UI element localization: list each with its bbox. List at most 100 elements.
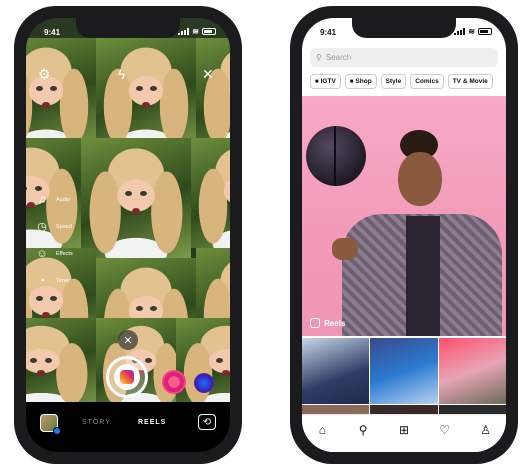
face-feature (222, 370, 230, 376)
wifi-icon: ≋ (192, 27, 199, 36)
search-icon: ⚲ (316, 53, 322, 62)
close-icon: ✕ (123, 334, 133, 347)
music-note-icon: ♫ (37, 193, 47, 206)
face-tile (176, 318, 230, 408)
face-feature (36, 86, 43, 92)
chip-comics[interactable]: Comics (410, 74, 444, 89)
face-feature (50, 86, 57, 92)
grid-tile[interactable] (302, 338, 370, 404)
add-post-icon[interactable]: ⊞ (394, 423, 414, 437)
flip-camera-icon[interactable]: ⟲ (198, 414, 216, 430)
face-feature (45, 357, 53, 363)
face-feature (150, 306, 157, 312)
effect-option[interactable] (194, 373, 214, 393)
person-face (398, 152, 442, 206)
chip-label: Shop (355, 78, 372, 85)
tool-speed[interactable]: ◷ Speed (36, 213, 73, 240)
search-input[interactable]: ⚲ Search (310, 48, 498, 67)
face-feature (136, 306, 143, 312)
wifi-icon: ≋ (468, 27, 475, 36)
face-feature (26, 201, 36, 209)
reels-tools: ♫ Audio ◷ Speed ☺ Effects ◔ Timer (36, 186, 73, 294)
face-tile (96, 38, 196, 148)
timer-icon: ◔ (38, 274, 46, 287)
tool-audio[interactable]: ♫ Audio (36, 186, 73, 213)
face-feature (140, 190, 148, 196)
battery-icon (202, 28, 216, 35)
profile-icon[interactable]: ♙ (476, 423, 496, 437)
tool-label: Audio (56, 196, 71, 203)
effect-option[interactable] (162, 370, 186, 394)
face-feature (136, 86, 143, 92)
face-feature (50, 296, 57, 302)
tool-effects[interactable]: ☺ Effects (36, 240, 73, 267)
speed-icon: ◷ (37, 221, 47, 233)
chip-label: Comics (415, 78, 439, 85)
basketball (306, 126, 366, 186)
close-icon[interactable]: ✕ (202, 66, 214, 83)
grid-tile[interactable] (370, 338, 438, 404)
person-shirt (406, 216, 440, 336)
signal-icon (454, 28, 466, 35)
face-feature (26, 186, 27, 192)
chip-style[interactable]: Style (380, 74, 407, 89)
igtv-icon: ■ (315, 78, 319, 85)
record-button-inner (114, 364, 140, 390)
camera-mode-bar: STORY REELS ⟲ (26, 402, 230, 452)
notch (352, 18, 456, 38)
remove-clip-button[interactable]: ✕ (118, 330, 138, 350)
settings-icon[interactable]: ⚙ (38, 66, 51, 83)
face-feature (144, 357, 152, 363)
reels-icon (120, 370, 134, 384)
status-icons: ≋ (178, 27, 216, 36)
face-tile (81, 138, 191, 258)
phone-left: 9:41 ≋ ⚙ ϟ ✕ ♫ Audio ◷ Speed ☺ Effects ◔ Timer … (14, 6, 242, 464)
shop-bag-icon: ■ (349, 78, 354, 85)
reels-icon (310, 318, 320, 328)
mode-story[interactable]: STORY (82, 419, 111, 426)
search-placeholder: Search (325, 53, 352, 62)
face-feature (216, 357, 223, 363)
tool-label: Timer (56, 277, 70, 284)
reels-label-text: Reels (324, 318, 346, 328)
grid-tile[interactable] (438, 338, 506, 404)
face-feature (36, 296, 43, 302)
face-feature (36, 370, 46, 376)
mode-reels[interactable]: REELS (138, 419, 166, 426)
search-icon[interactable]: ⚲ (353, 423, 373, 437)
flash-icon[interactable]: ϟ (118, 66, 125, 82)
face-tile (26, 318, 96, 408)
chip-igtv[interactable]: ■ IGTV (310, 74, 341, 89)
signal-icon (178, 28, 190, 35)
face-feature (142, 101, 150, 109)
status-icons: ≋ (454, 27, 492, 36)
chip-tv-movie[interactable]: TV & Movie (447, 74, 493, 89)
chip-shop[interactable]: ■ Shop (344, 74, 377, 89)
featured-reel[interactable] (302, 96, 506, 336)
status-time: 9:41 (44, 28, 61, 37)
face-feature (30, 357, 37, 363)
topic-chips: ■ IGTV ■ Shop Style Comics TV & Movie (310, 74, 493, 89)
notch (76, 18, 180, 38)
explore-screen: 9:41 ≋ ⚲ Search ■ IGTV ■ Shop Style Comics TV … (302, 18, 506, 452)
heart-icon[interactable]: ♡ (435, 423, 455, 437)
tool-timer[interactable]: ◔ Timer (36, 267, 73, 294)
tool-label: Speed (56, 223, 72, 230)
phone-right: 9:41 ≋ ⚲ Search ■ IGTV ■ Shop Style Comics TV … (290, 6, 518, 464)
face-tile (191, 138, 230, 248)
face-feature (125, 190, 132, 196)
effects-icon: ☺ (36, 247, 48, 260)
face-feature (150, 86, 157, 92)
person-hand (332, 238, 358, 260)
record-button[interactable] (106, 356, 148, 398)
chip-label: IGTV (320, 78, 336, 85)
face-feature (42, 101, 50, 109)
bottom-tab-bar: ⌂ ⚲ ⊞ ♡ ♙ (302, 414, 506, 452)
home-icon[interactable]: ⌂ (312, 423, 332, 437)
reels-label[interactable]: Reels (310, 318, 345, 328)
face-feature (131, 207, 141, 215)
gallery-badge (53, 427, 61, 435)
tool-label: Effects (56, 250, 73, 257)
face-tile (196, 38, 230, 148)
explore-grid (302, 338, 506, 419)
